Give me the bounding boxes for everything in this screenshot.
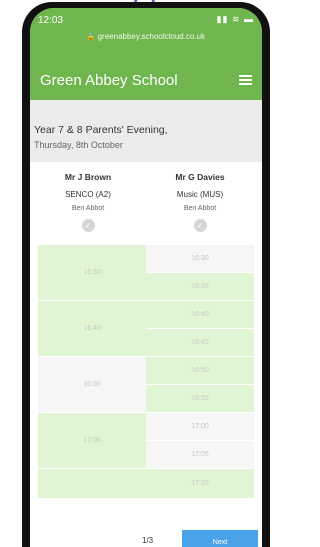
time-slot[interactable] bbox=[38, 469, 146, 499]
next-button[interactable]: Next bbox=[182, 530, 258, 547]
menu-icon[interactable] bbox=[239, 73, 252, 87]
time-slot[interactable]: 16:35 bbox=[146, 273, 254, 301]
teacher-card: Mr J Brown SENCO (A2) Ben Abbot ✓ bbox=[38, 172, 138, 232]
time-slot[interactable]: 17:10 bbox=[146, 469, 254, 499]
time-slot[interactable]: 16:40 bbox=[146, 301, 254, 329]
pupil-name: Ben Abbot bbox=[183, 205, 217, 212]
app-header: Green Abbey School bbox=[30, 60, 262, 100]
check-icon: ✓ bbox=[81, 219, 95, 232]
time-slot[interactable]: 16:45 bbox=[146, 329, 254, 357]
school-title: Green Abbey School bbox=[40, 71, 178, 89]
time-slot[interactable]: 16:55 bbox=[146, 385, 254, 413]
event-date: Thursday, 8th October bbox=[34, 140, 123, 150]
time-slot[interactable]: 16:30 bbox=[146, 245, 254, 273]
check-icon: ✓ bbox=[193, 219, 207, 232]
time-slot[interactable]: 16:30 bbox=[38, 245, 146, 301]
lock-icon: 🔒 bbox=[86, 34, 96, 41]
time-slot[interactable]: 17:00 bbox=[38, 413, 146, 469]
pupil-name: Ben Abbot bbox=[71, 205, 105, 212]
url-text: greenabbey.schoolcloud.co.uk bbox=[97, 32, 206, 41]
teacher-name: Mr G Davies bbox=[175, 172, 225, 182]
event-header: Year 7 & 8 Parents' Evening, Thursday, 8… bbox=[30, 100, 262, 162]
page-indicator: 1/3 bbox=[142, 536, 154, 545]
time-slot[interactable]: 17:00 bbox=[146, 413, 254, 441]
teacher-name: Mr J Brown bbox=[64, 172, 112, 182]
time-slot[interactable]: 17:05 bbox=[146, 441, 254, 469]
slot-column-right: 16:30 16:35 16:40 16:45 16:50 16:55 17:0… bbox=[146, 245, 254, 499]
teacher-columns: Mr J Brown SENCO (A2) Ben Abbot ✓ Mr G D… bbox=[30, 162, 262, 237]
status-time: 12:03 bbox=[38, 15, 64, 26]
time-slot[interactable]: 16:50 bbox=[146, 357, 254, 385]
phone-screen: 12:03 ▮▮ ≋ ▬ 🔒 greenabbey.schoolcloud.co.… bbox=[30, 8, 262, 547]
address-bar[interactable]: 🔒 greenabbey.schoolcloud.co.uk bbox=[30, 32, 262, 41]
slot-column-left: 16:30 16:40 16:50 17:00 bbox=[38, 245, 146, 499]
event-name: Year 7 & 8 Parents' Evening, bbox=[34, 124, 168, 136]
footer-bar: 1/3 Next bbox=[30, 526, 262, 547]
teacher-card: Mr G Davies Music (MUS) Ben Abbot ✓ bbox=[150, 172, 250, 232]
teacher-subject: SENCO (A2) bbox=[65, 190, 111, 199]
teacher-subject: Music (MUS) bbox=[176, 190, 224, 199]
time-slot[interactable]: 16:50 bbox=[38, 357, 146, 413]
status-bar: 12:03 ▮▮ ≋ ▬ 🔒 greenabbey.schoolcloud.co.… bbox=[30, 8, 262, 60]
signal-wifi-battery-icon: ▮▮ ≋ ▬ bbox=[216, 14, 254, 24]
time-slot[interactable]: 16:40 bbox=[38, 301, 146, 357]
